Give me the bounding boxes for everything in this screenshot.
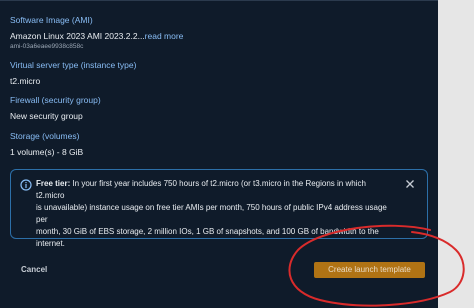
storage-field: Storage (volumes) 1 volume(s) - 8 GiB	[10, 131, 83, 158]
close-icon[interactable]	[405, 179, 415, 189]
firewall-field: Firewall (security group) New security g…	[10, 95, 101, 122]
cancel-button[interactable]: Cancel	[21, 265, 47, 274]
storage-label: Storage (volumes)	[10, 131, 80, 141]
free-tier-text: Free tier: In your first year includes 7…	[36, 178, 396, 250]
instance-type-value: t2.micro	[10, 76, 41, 86]
create-launch-template-button[interactable]: Create launch template	[314, 262, 425, 278]
scrollbar-area[interactable]	[438, 0, 474, 308]
ami-id: ami-03a6eaee9938c858c	[10, 43, 84, 50]
software-image-field: Software Image (AMI) Amazon Linux 2023 A…	[10, 15, 183, 51]
storage-value: 1 volume(s) - 8 GiB	[10, 147, 84, 157]
software-image-value: Amazon Linux 2023 AMI 2023.2.2...read mo…	[10, 31, 183, 42]
instance-type-field: Virtual server type (instance type) t2.m…	[10, 60, 136, 87]
free-tier-title: Free tier:	[36, 179, 71, 188]
software-image-label: Software Image (AMI)	[10, 15, 93, 25]
free-tier-line: In your first year includes 750 hours of…	[36, 179, 366, 200]
info-icon	[20, 179, 32, 191]
free-tier-alert: Free tier: In your first year includes 7…	[10, 169, 428, 248]
read-more-link[interactable]: read more	[145, 31, 184, 41]
divider	[0, 0, 438, 1]
software-image-name: Amazon Linux 2023 AMI 2023.2.2...	[10, 31, 145, 41]
firewall-label: Firewall (security group)	[10, 95, 101, 105]
free-tier-line: is unavailable) instance usage on free t…	[36, 203, 387, 224]
instance-type-label: Virtual server type (instance type)	[10, 60, 137, 70]
free-tier-line: month, 30 GiB of EBS storage, 2 million …	[36, 227, 379, 236]
summary-panel: Software Image (AMI) Amazon Linux 2023 A…	[0, 0, 438, 308]
free-tier-line: internet.	[36, 239, 65, 248]
firewall-value: New security group	[10, 111, 83, 121]
